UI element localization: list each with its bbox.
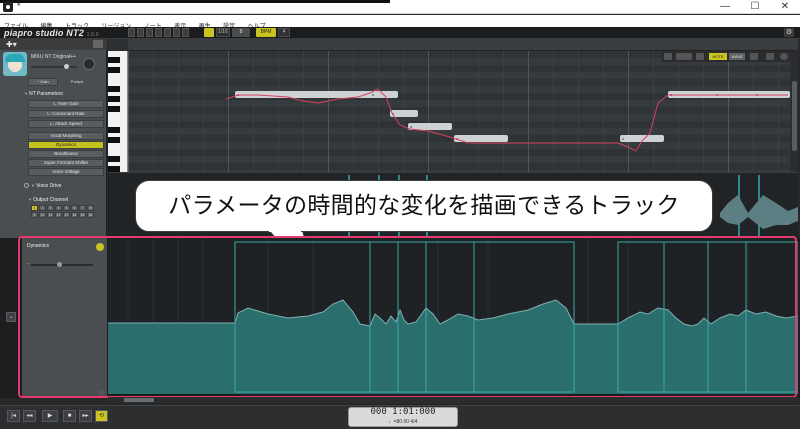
record-icon[interactable] [780,53,788,60]
gear-icon[interactable]: ⚙ [784,28,794,37]
time-display: 000 1:01:000 [370,407,436,417]
note-mode-button[interactable]: NOTE [709,53,727,60]
black-key[interactable] [108,96,120,102]
channel-8[interactable]: 8 [87,205,94,211]
black-key[interactable] [108,137,120,143]
snap-toggle[interactable] [204,28,214,37]
title-progress [0,0,390,3]
nt-parameters-header[interactable]: NT Parameters [24,91,63,97]
chevron-down-icon[interactable]: ⌄ [6,312,16,322]
stop-button[interactable]: ■ [63,410,76,422]
horizontal-scroll-thumb[interactable] [124,398,154,402]
mode-value[interactable]: 4 [278,28,290,37]
channel-16[interactable]: 16 [87,212,94,218]
super-formant-shifter-button[interactable]: Super Formant Shifter [28,159,104,167]
pointer-tool-icon[interactable] [128,28,135,37]
link-icon[interactable] [696,53,704,60]
line-tool-icon[interactable] [146,28,153,37]
channel-2[interactable]: 2 [39,205,46,211]
app-logo: piapro studio NT2 1.0.0 [4,28,99,38]
vocal-morphing-button[interactable]: Vocal Morphing [28,132,104,140]
voice-voltage-button[interactable]: Voice Voltage [28,168,104,176]
tempo-display: ♩=80.00 4/4 [388,419,418,425]
add-track-icon[interactable]: ✚▾ [6,40,17,49]
grid-icon[interactable] [93,40,103,48]
black-key[interactable] [108,127,120,133]
zoom-icon[interactable] [750,53,758,60]
dynamics-button[interactable]: Dynamics [28,141,104,149]
pitch-icon[interactable] [676,53,684,60]
snap-sub-select[interactable]: 8 [232,28,250,37]
channel-4[interactable]: 4 [55,205,62,211]
channel-6[interactable]: 6 [71,205,78,211]
black-key[interactable] [108,57,120,63]
pencil-tool-icon[interactable] [137,28,144,37]
black-key[interactable] [108,86,120,92]
horizontal-scrollbar[interactable] [108,397,798,403]
app-window: * — ☐ ✕ ファイル 編集 トラック リージョン ノート 表示 再生 設定 … [0,0,800,429]
speaker-icon[interactable] [664,53,672,60]
highlight-frame [18,236,797,398]
window-title: * [17,1,21,11]
knife-tool-icon[interactable] [173,28,180,37]
rewind-start-button[interactable]: |◂ [7,410,20,422]
volume-slider[interactable] [31,64,77,69]
zoom-tool-icon[interactable] [182,28,189,37]
gain-button[interactable]: * Gain [28,78,58,86]
eraser-tool-icon[interactable] [155,28,162,37]
channel-1[interactable]: 1 [31,205,38,211]
fast-forward-button[interactable]: ▸▸ [79,410,92,422]
close-button[interactable]: ✕ [770,0,800,14]
menu-bar: ファイル 編集 トラック リージョン ノート 表示 再生 設定 ヘルプ [0,15,800,30]
singer-options-icon[interactable]: ✦ ⛶ [4,69,24,77]
pitch-curve [225,88,788,152]
scroll-thumb[interactable] [792,81,797,151]
channel-3[interactable]: 3 [47,205,54,211]
note-gain-button[interactable]: L: Note Gain [28,100,104,108]
play-button[interactable]: ▶ [42,410,58,422]
app-icon [3,2,13,12]
channel-10[interactable]: 10 [39,212,46,218]
minimize-button[interactable]: — [710,0,740,14]
voice-drive-radio[interactable] [24,183,29,188]
black-key[interactable] [108,156,120,162]
black-key[interactable] [108,106,120,112]
channel-15[interactable]: 15 [79,212,86,218]
singer-name: MIKU NT Original++ [31,54,76,60]
channel-13[interactable]: 13 [63,212,70,218]
title-bar: * — ☐ ✕ [0,0,800,14]
rewind-button[interactable]: ◂◂ [23,410,36,422]
loop-button[interactable]: ⟲ [95,410,108,422]
mode-button[interactable]: BPM [256,28,276,37]
vibrato-tool-icon[interactable] [164,28,171,37]
channel-11[interactable]: 11 [47,212,54,218]
metronome-icon[interactable] [766,53,774,60]
piano-keyboard[interactable] [108,51,128,172]
pan-knob[interactable] [83,58,95,70]
roll-vertical-scrollbar[interactable] [791,51,798,172]
channel-7[interactable]: 7 [79,205,86,211]
channel-14[interactable]: 14 [71,212,78,218]
timeline-ruler[interactable] [128,39,798,51]
snap-value[interactable]: 1/16 [216,28,230,37]
breathiness-button[interactable]: Breathiness [28,150,104,158]
attack-speed-button[interactable]: L: Attack Speed [28,120,104,128]
voice-drive-label: Voice Drive [31,183,61,189]
callout-text: パラメータの時間的な変化を描画できるトラック [168,193,680,219]
toolbar [0,27,800,39]
black-key[interactable] [108,67,120,73]
wave-mode-button[interactable]: WAVE [729,53,745,60]
maximize-button[interactable]: ☐ [740,0,770,14]
channel-9[interactable]: 9 [31,212,38,218]
channel-12[interactable]: 12 [55,212,62,218]
output-channel-grid: 1 2 3 4 5 6 7 8 9 10 11 12 13 14 15 16 [31,205,94,219]
portal-button[interactable]: Portpst [60,78,94,86]
note-grid[interactable]: a o e a a o a o o [128,51,790,177]
vibrato-icon[interactable] [684,53,692,60]
consonant-rate-button[interactable]: L: Consonant Rate [28,110,104,118]
output-channel-header[interactable]: Output Channel [28,197,68,203]
volume-slider-thumb[interactable] [64,64,69,69]
channel-5[interactable]: 5 [63,205,70,211]
